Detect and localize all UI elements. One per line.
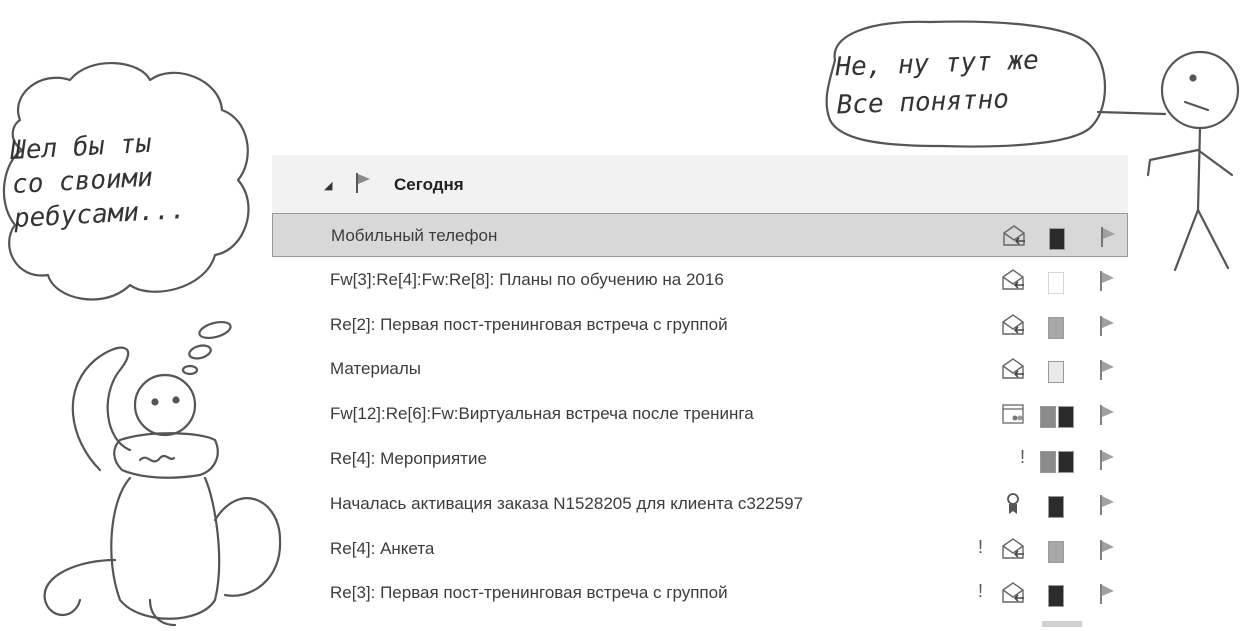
- flag-icon[interactable]: [1098, 539, 1116, 561]
- envelope-reply-icon: [1003, 225, 1025, 246]
- status-icon: [1000, 267, 1028, 298]
- mail-subject: Re[4]: Мероприятие: [330, 449, 487, 468]
- status-icon: [1000, 356, 1028, 387]
- meeting-calendar-icon: [1002, 404, 1024, 424]
- mail-row[interactable]: Началась активация заказа N1528205 для к…: [272, 482, 1128, 526]
- group-label: Сегодня: [394, 175, 464, 194]
- status-icon: [1000, 401, 1028, 432]
- mail-subject: Re[3]: Первая пост-тренинговая встреча с…: [330, 583, 728, 603]
- mail-row[interactable]: Мобильный телефон: [272, 213, 1128, 257]
- mail-subject: Материалы: [330, 359, 422, 379]
- thought-dot-3: [181, 364, 199, 376]
- group-header-today[interactable]: ◢ Сегодня: [272, 155, 1128, 213]
- flag-icon: [356, 173, 370, 193]
- mail-list: ◢ Сегодня Мобильный телефон Fw[3]:Re[4]:F…: [272, 155, 1128, 631]
- category-color-box[interactable]: [1048, 540, 1064, 563]
- mail-subject: Мобильный телефон: [331, 226, 498, 245]
- mail-subject: Re[2]: Первая пост-тренинговая встреча с…: [330, 314, 728, 334]
- envelope-reply-icon: [1002, 358, 1024, 380]
- flag-icon[interactable]: [1099, 226, 1117, 248]
- partial-row-hint: [1042, 621, 1082, 627]
- category-color-box[interactable]: [1048, 361, 1064, 384]
- collapse-triangle-icon[interactable]: ◢: [324, 179, 332, 192]
- mail-subject: Fw[3]:Re[4]:Fw:Re[8]: Планы по обучению …: [330, 269, 724, 289]
- stick-figure-drawing: [1146, 50, 1240, 272]
- mail-subject: Re[4]: Анкета: [330, 538, 435, 558]
- category-color-box[interactable]: [1049, 228, 1065, 250]
- flag-icon[interactable]: [1098, 449, 1116, 471]
- flag-icon[interactable]: [1098, 315, 1116, 337]
- thought-bubble-text: Шел бы ты со своими ребусами...: [9, 122, 244, 236]
- speech-bubble-text: Не, ну тут же Все понятно: [835, 39, 1097, 124]
- thought-dot-1: [198, 320, 232, 340]
- category-color-box[interactable]: [1040, 451, 1056, 473]
- flag-icon[interactable]: [1098, 583, 1116, 605]
- mail-row[interactable]: Re[2]: Первая пост-тренинговая встреча с…: [272, 303, 1128, 347]
- status-icon: [1000, 491, 1028, 522]
- category-color-box[interactable]: [1058, 406, 1074, 429]
- mail-subject: Началась активация заказа N1528205 для к…: [330, 493, 804, 513]
- monkey-drawing: [43, 346, 282, 627]
- status-icon: [1001, 223, 1029, 254]
- category-color-box[interactable]: [1048, 495, 1064, 518]
- category-color-box[interactable]: [1048, 585, 1064, 608]
- thought-dot-2: [188, 344, 212, 360]
- envelope-reply-icon: [1002, 582, 1024, 604]
- category-color-box[interactable]: [1048, 271, 1064, 294]
- status-icon: [1000, 536, 1028, 567]
- importance-mark: !: [978, 536, 984, 557]
- category-color-box[interactable]: [1048, 316, 1064, 339]
- flag-icon[interactable]: [1098, 404, 1116, 426]
- mail-row[interactable]: Re[4]: Мероприятие!: [272, 437, 1128, 481]
- envelope-reply-icon: [1002, 537, 1024, 559]
- mail-subject: Fw[12]:Re[6]:Fw:Виртуальная встреча посл…: [330, 404, 754, 424]
- mail-row[interactable]: Fw[12]:Re[6]:Fw:Виртуальная встреча посл…: [272, 392, 1128, 436]
- mail-row[interactable]: Re[4]: Анкета!: [272, 527, 1128, 571]
- status-icon: [1000, 580, 1028, 611]
- mail-row[interactable]: Материалы: [272, 347, 1128, 391]
- status-icon: [1000, 312, 1028, 343]
- category-color-box[interactable]: [1040, 406, 1056, 429]
- mail-row[interactable]: Fw[3]:Re[4]:Fw:Re[8]: Планы по обучению …: [272, 258, 1128, 302]
- envelope-reply-icon: [1002, 268, 1024, 290]
- mail-row[interactable]: Re[3]: Первая пост-тренинговая встреча с…: [272, 571, 1128, 615]
- importance-mark: !: [1020, 447, 1026, 467]
- envelope-reply-icon: [1002, 313, 1024, 335]
- flag-icon[interactable]: [1098, 494, 1116, 516]
- flag-icon[interactable]: [1098, 270, 1116, 292]
- ribbon-award-icon: [1007, 492, 1019, 514]
- importance-mark: !: [978, 581, 984, 602]
- category-color-box[interactable]: [1058, 451, 1074, 473]
- flag-icon[interactable]: [1098, 359, 1116, 381]
